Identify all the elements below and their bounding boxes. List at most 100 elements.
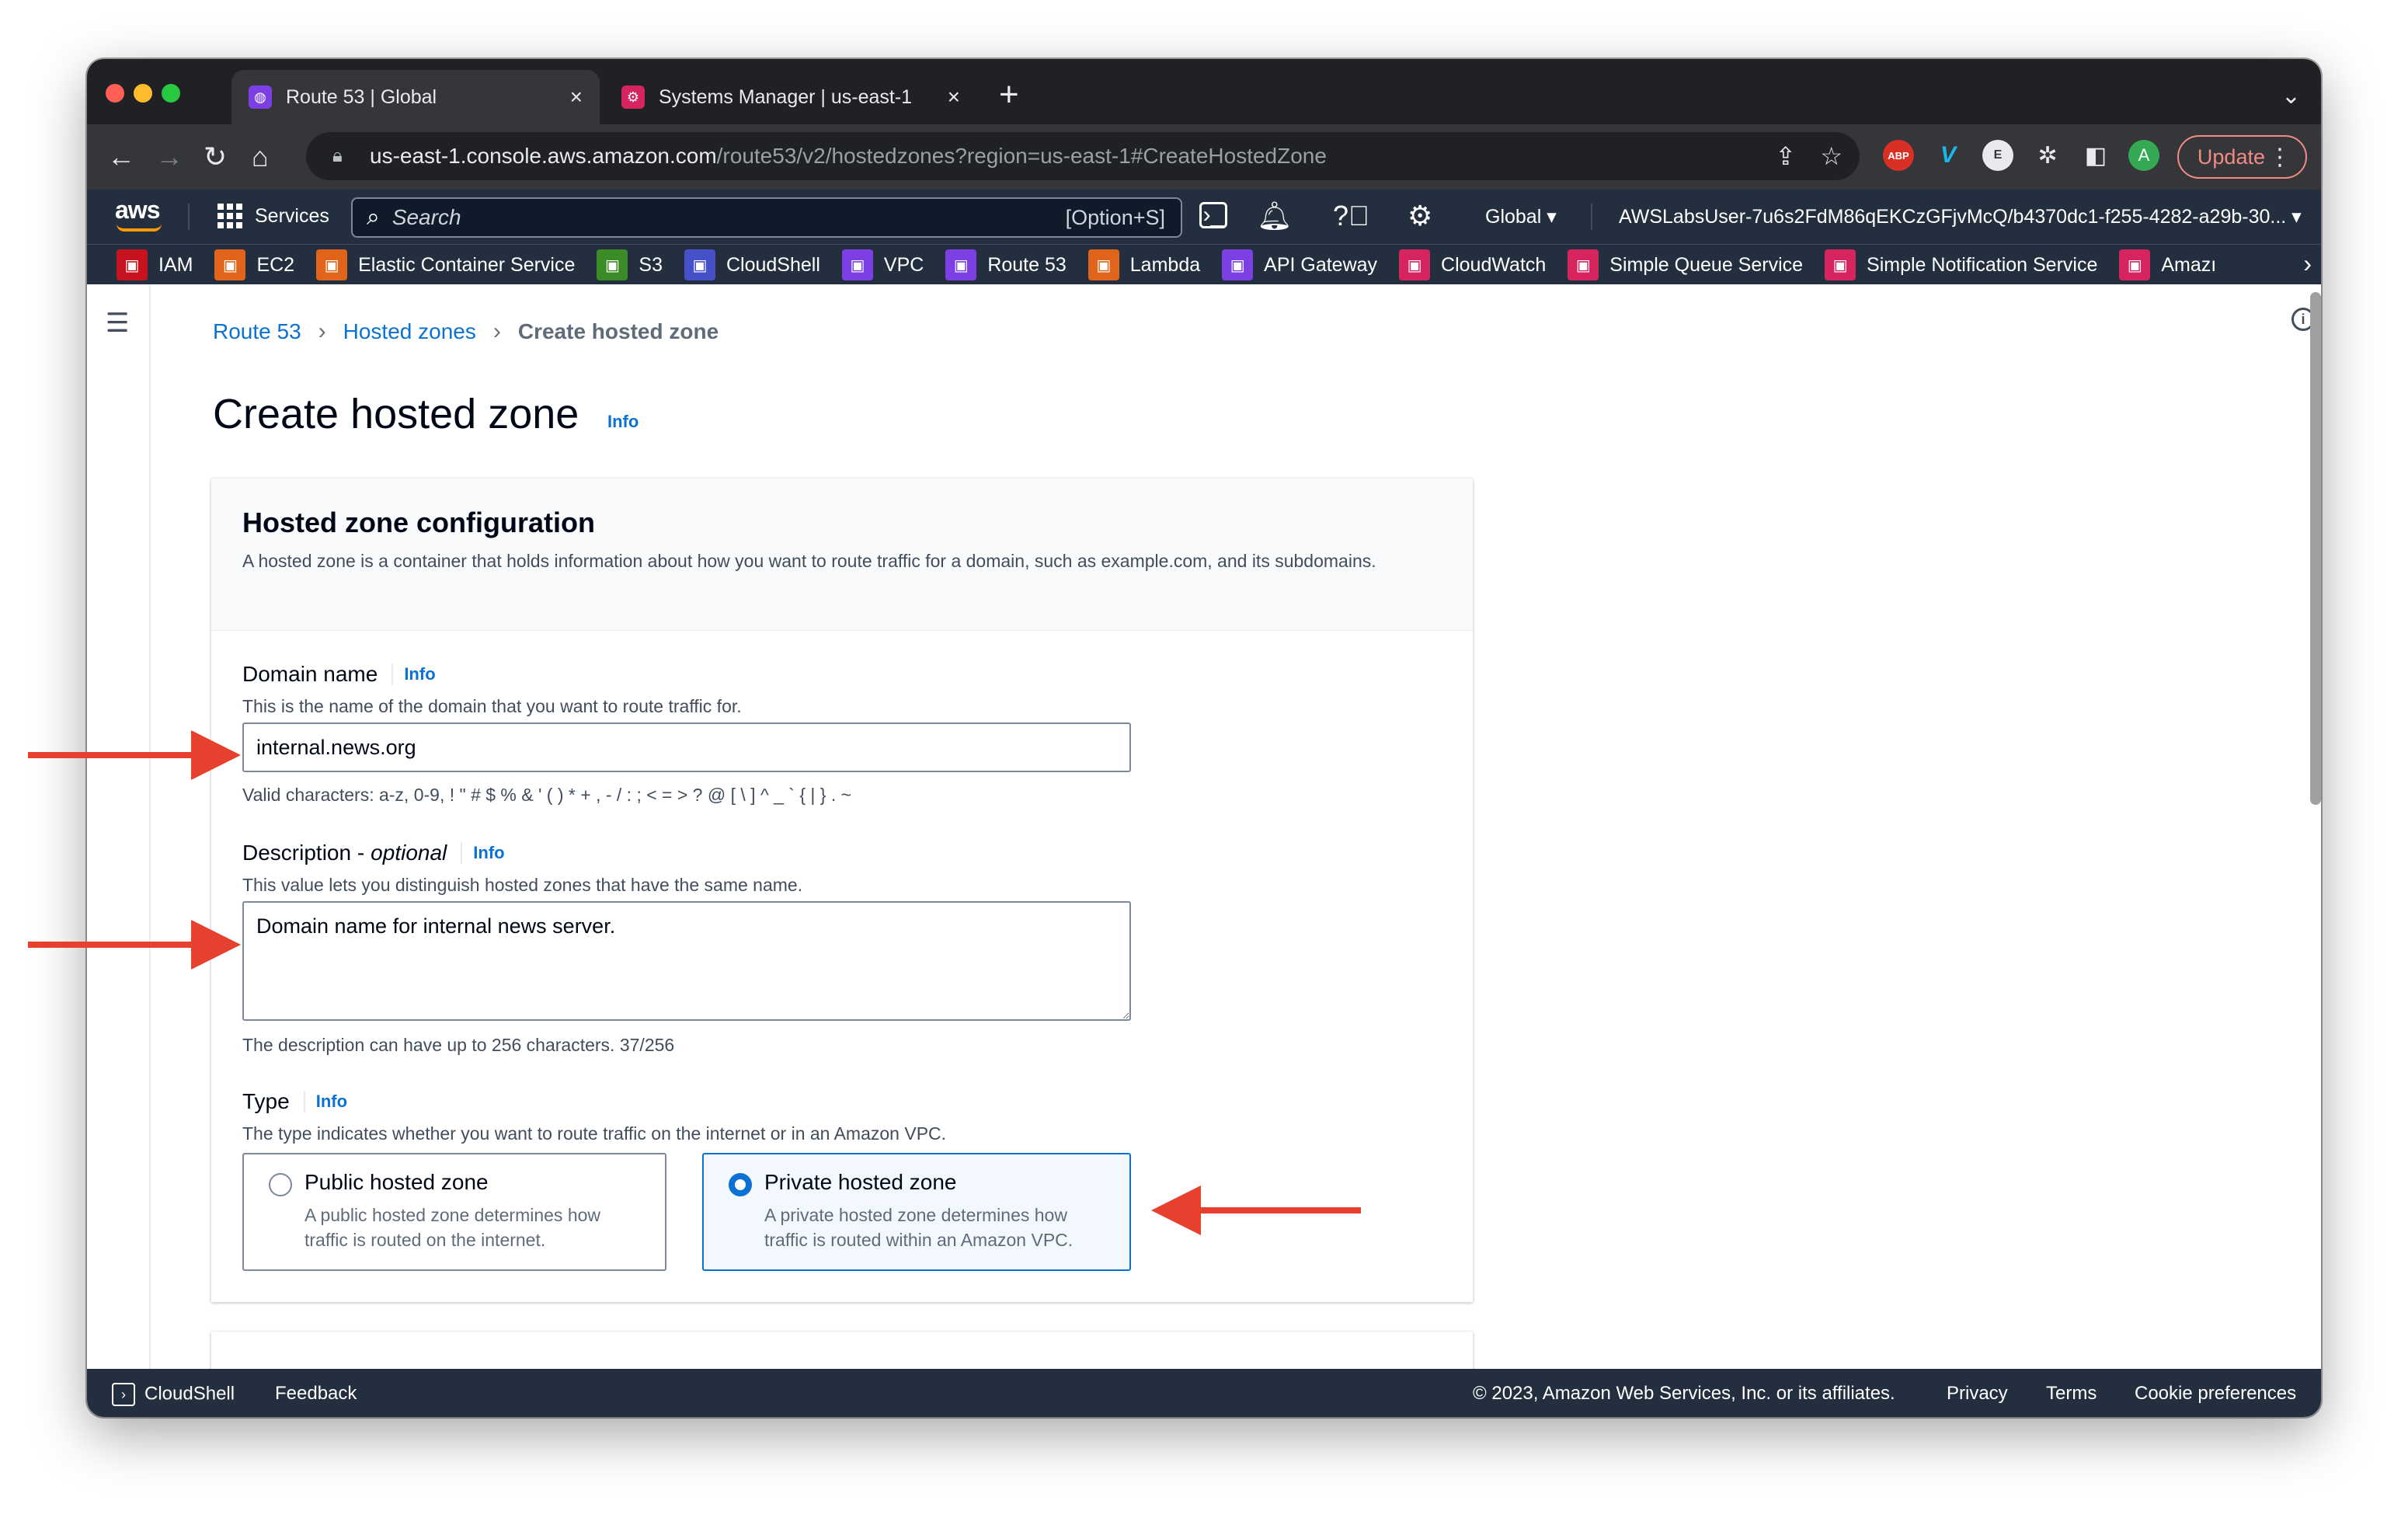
footer-cloudshell-button[interactable]: › CloudShell — [112, 1383, 235, 1406]
amazon-service-icon: ▣ — [2119, 249, 2151, 280]
search-bar[interactable]: ⌕ [Option+S] — [351, 197, 1182, 238]
minimize-window-button[interactable] — [134, 84, 152, 103]
close-window-button[interactable] — [106, 84, 124, 103]
type-description: The type indicates whether you want to r… — [242, 1123, 947, 1144]
domain-name-label: Domain name Info — [242, 662, 436, 686]
breadcrumb-hosted-zones[interactable]: Hosted zones — [343, 319, 476, 344]
vimeo-icon[interactable]: V — [1933, 140, 1964, 171]
update-button[interactable]: Update ⋮ — [2177, 135, 2307, 179]
public-hosted-zone-tile[interactable]: Public hosted zone A public hosted zone … — [242, 1153, 666, 1271]
cloudshell-icon[interactable]: ›_ — [1199, 202, 1227, 228]
tab-route53[interactable]: ◍ Route 53 | Global × — [231, 70, 600, 124]
tile-description: A private hosted zone determines how tra… — [764, 1205, 1074, 1250]
type-info-link[interactable]: Info — [316, 1092, 347, 1112]
more-vertical-icon[interactable]: ⋮ — [2268, 144, 2291, 171]
extension-e-icon[interactable]: E — [1982, 140, 2013, 171]
description-info-link[interactable]: Info — [473, 843, 504, 863]
close-tab-icon[interactable]: × — [570, 85, 583, 110]
search-input[interactable] — [391, 205, 936, 230]
back-button[interactable]: ← — [107, 140, 135, 174]
new-tab-button[interactable]: + — [999, 78, 1019, 112]
domain-name-info-link[interactable]: Info — [404, 664, 435, 684]
close-tab-icon[interactable]: × — [948, 85, 960, 110]
favorite-route-53[interactable]: ▣ Route 53 — [945, 249, 1067, 280]
tab-systems-manager[interactable]: ⚙ Systems Manager | us-east-1 × — [604, 70, 977, 124]
panel-description: A hosted zone is a container that holds … — [242, 551, 1376, 571]
annotation-arrow-domain — [28, 730, 241, 780]
maximize-window-button[interactable] — [162, 84, 180, 103]
footer-terms-link[interactable]: Terms — [2046, 1383, 2097, 1405]
cloudshell-icon: › — [112, 1383, 135, 1406]
favorites-scroll-right-icon[interactable]: › — [2303, 249, 2312, 278]
help-icon[interactable]: ?⃝ — [1333, 200, 1369, 232]
favorite-label: Amazı — [2161, 253, 2217, 276]
puzzle-icon[interactable]: ✲ — [2032, 140, 2063, 171]
favorite-ec2[interactable]: ▣ EC2 — [214, 249, 294, 280]
notifications-bell-icon[interactable]: 🔔︎ — [1257, 200, 1293, 232]
favorite-vpc[interactable]: ▣ VPC — [841, 249, 924, 280]
favorite-api-gateway[interactable]: ▣ API Gateway — [1222, 249, 1377, 280]
domain-name-input[interactable] — [242, 722, 1131, 772]
forward-button[interactable]: → — [155, 140, 183, 174]
breadcrumb-route53[interactable]: Route 53 — [213, 319, 301, 344]
favorite-label: Lambda — [1129, 253, 1201, 276]
tab-search-chevron-icon[interactable]: ⌄ — [2281, 82, 2301, 110]
public-hosted-zone-radio[interactable] — [269, 1173, 292, 1196]
share-icon[interactable]: ⇪ — [1775, 141, 1796, 171]
favorite-simple-queue-service[interactable]: ▣ Simple Queue Service — [1568, 249, 1803, 280]
favorite-cloudshell[interactable]: ▣ CloudShell — [684, 249, 820, 280]
description-label: Description - optional Info — [242, 841, 505, 865]
url-bar[interactable]: 🔒︎ us-east-1.console.aws.amazon.com/rout… — [306, 132, 1860, 180]
bookmark-star-icon[interactable]: ☆ — [1820, 141, 1843, 171]
url-text: us-east-1.console.aws.amazon.com/route53… — [370, 144, 1327, 168]
console-footer: › CloudShell Feedback © 2023, Amazon Web … — [87, 1369, 2321, 1417]
favorite-amaz-[interactable]: ▣ Amazı — [2119, 249, 2216, 280]
type-label: Type Info — [242, 1089, 348, 1113]
favorite-label: Simple Notification Service — [1867, 253, 2098, 276]
settings-gear-icon[interactable]: ⚙ — [1408, 200, 1432, 232]
region-selector[interactable]: Global ▾ — [1485, 205, 1557, 228]
scrollbar[interactable] — [2310, 292, 2321, 805]
services-menu-button[interactable]: Services — [217, 204, 329, 228]
search-icon: ⌕ — [367, 204, 380, 230]
favorite-simple-notification-service[interactable]: ▣ Simple Notification Service — [1825, 249, 2097, 280]
cloudwatch-icon: ▣ — [1399, 249, 1431, 280]
vpc-icon: ▣ — [841, 249, 873, 280]
home-button[interactable]: ⌂ — [252, 140, 269, 174]
hamburger-menu-icon[interactable]: ☰ — [106, 308, 129, 339]
adblock-plus-icon[interactable]: ABP — [1883, 140, 1914, 171]
profile-avatar[interactable]: A — [2128, 140, 2159, 171]
footer-privacy-link[interactable]: Privacy — [1947, 1383, 2008, 1405]
aws-logo[interactable]: aws — [115, 196, 162, 232]
side-nav-rail: ☰ — [87, 284, 151, 1417]
favorite-label: IAM — [158, 253, 193, 276]
favorite-lambda[interactable]: ▣ Lambda — [1087, 249, 1201, 280]
private-hosted-zone-tile[interactable]: Private hosted zone A private hosted zon… — [702, 1153, 1131, 1271]
page-info-link[interactable]: Info — [607, 412, 639, 432]
chevron-right-icon: › — [318, 319, 326, 344]
footer-cookie-preferences-link[interactable]: Cookie preferences — [2135, 1383, 2296, 1405]
breadcrumb-current: Create hosted zone — [517, 319, 719, 343]
s3-icon: ▣ — [597, 249, 628, 280]
favorite-elastic-container-service[interactable]: ▣ Elastic Container Service — [316, 249, 575, 280]
page-title: Create hosted zone — [213, 391, 579, 437]
search-shortcut-hint: [Option+S] — [1065, 205, 1165, 229]
favorite-s3[interactable]: ▣ S3 — [597, 249, 663, 280]
hosted-zone-config-panel: Hosted zone configuration A hosted zone … — [211, 479, 1473, 1302]
favorite-iam[interactable]: ▣ IAM — [117, 249, 193, 280]
favorite-cloudwatch[interactable]: ▣ CloudWatch — [1399, 249, 1546, 280]
footer-feedback-link[interactable]: Feedback — [275, 1383, 357, 1405]
favorites-bar: ▣ IAM ▣ EC2 ▣ Elastic Container Service ▣ S3 ▣ Cl… — [87, 244, 2321, 284]
sidepanel-icon[interactable]: ◧ — [2080, 140, 2111, 171]
private-hosted-zone-radio[interactable] — [729, 1173, 752, 1196]
reload-button[interactable]: ↻ — [204, 140, 227, 174]
domain-name-description: This is the name of the domain that you … — [242, 696, 742, 716]
lock-icon[interactable]: 🔒︎ — [332, 145, 353, 167]
account-menu[interactable]: AWSLabsUser-7u6s2FdM86qEKCzGFjvMcQ/b4370… — [1619, 205, 2302, 228]
lambda-icon: ▣ — [1087, 249, 1119, 280]
footer-copyright: © 2023, Amazon Web Services, Inc. or its… — [1473, 1383, 1895, 1404]
domain-name-constraint: Valid characters: a-z, 0-9, ! " # $ % & … — [242, 785, 852, 805]
description-textarea[interactable]: Domain name for internal news server. — [242, 901, 1131, 1021]
sqs-icon: ▣ — [1568, 249, 1599, 280]
sns-icon: ▣ — [1825, 249, 1856, 280]
